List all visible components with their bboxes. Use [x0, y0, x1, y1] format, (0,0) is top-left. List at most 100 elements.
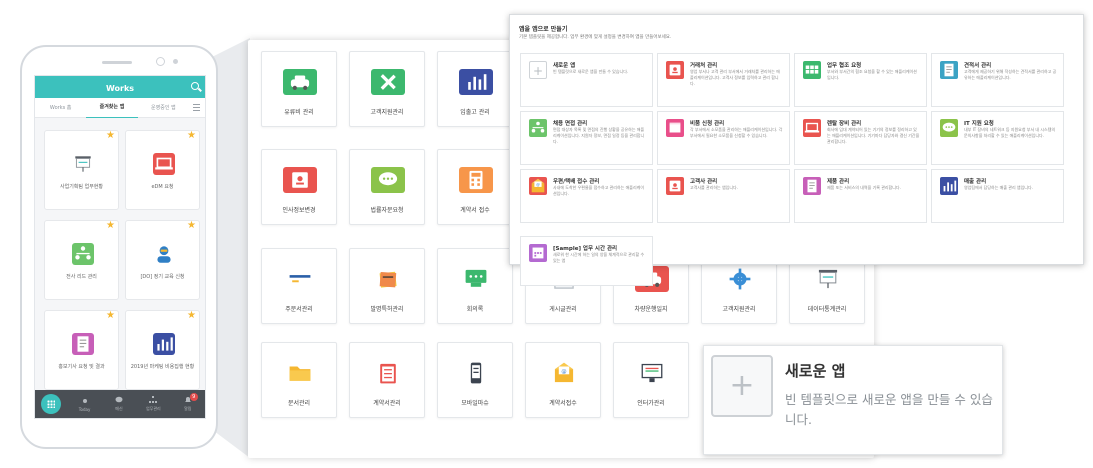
template-title: 채용 면접 관리 [553, 121, 588, 127]
template-card[interactable]: 채용 면접 관리 면접 대상자 목록 및 면접의 진행 상황을 공유하는 애플리케… [520, 111, 653, 165]
app-tile[interactable]: 모바일마슈 [437, 342, 513, 418]
tab-running-apps[interactable]: 운영중인 앱 [138, 98, 189, 118]
chat-icon [115, 396, 123, 403]
mobile-app-card[interactable]: ★ 2019년 마케팅 비용집행 현황 [125, 310, 200, 390]
mobile-app-card[interactable]: ★ 전사 리드 관리 [44, 220, 119, 300]
template-card[interactable]: 새로운 앱빈 템플릿으로 새로운 앱을 만들 수 있습니다. [520, 53, 653, 107]
bottom-tab-label: 알림 [184, 406, 192, 411]
mobile-app-card[interactable]: ★ 홍보기사 요청 및 결과 [44, 310, 119, 390]
document-icon [72, 333, 94, 355]
apps-grid-button[interactable] [41, 394, 62, 414]
app-tile[interactable]: @ 계약서접수 [525, 342, 601, 418]
person-icon [153, 243, 175, 265]
bar-chart-icon [459, 69, 493, 95]
panel-subtitle: 기본 템플릿을 제공합니다. 업무 환경에 맞게 설정을 변경하여 앱을 만들어… [519, 35, 672, 40]
app-tile-label: 회의록 [466, 306, 484, 313]
template-description: 새로워 한 시간에 하는 일의 양을 체계적으로 관리할 수 있는 앱 [553, 252, 645, 263]
template-card[interactable]: 업무 협조 요청 부서와 부서간의 협조 요청을 할 수 있는 애플리케이션입니다… [794, 53, 927, 107]
new-app-description: 빈 템플릿으로 새로운 앱을 만들 수 있습니다. [785, 392, 993, 427]
template-description: 고객사를 관리하는 앱입니다. [690, 185, 738, 190]
template-card[interactable]: 매출 관리 영업팀에서 담당하는 매출 관리 앱입니다. [931, 169, 1064, 223]
mobile-app-card[interactable]: ★ [DO] 정기 교육 신청 [125, 220, 200, 300]
mobile-app-card[interactable]: ★ eDM 요청 [125, 130, 200, 210]
app-tile[interactable]: 계약서관리 [349, 342, 425, 418]
app-tile[interactable]: 주문서관리 [261, 248, 337, 324]
phone-home-area [22, 420, 216, 450]
template-card[interactable]: 렌탈 장비 관리 회사에 임대 계약되어 있는 기기의 정보를 정리하고 있는 애… [794, 111, 927, 165]
template-card[interactable]: 비품 신청 관리 각 부서에서 소모품을 관리하는 애플리케이션입니다. 각 부서… [657, 111, 790, 165]
monitor-icon [635, 360, 669, 386]
favorite-star-icon[interactable]: ★ [187, 131, 196, 141]
template-title: 비품 신청 관리 [690, 121, 725, 127]
plus-icon[interactable] [711, 355, 773, 417]
template-card[interactable]: IT 지원 요청 내부 IT 장비의 네트워크 등 지원요청 부서 내 시스템의 … [931, 111, 1064, 165]
app-tile-label: 유류비 관리 [284, 109, 314, 116]
document-icon [940, 61, 958, 79]
calculator-icon [459, 167, 493, 193]
template-card[interactable]: @ 우편/택배 접수 관리 사내에 도착한 우편물을 접수하고 관리하는 애플리케이… [520, 169, 653, 223]
favorite-star-icon[interactable]: ★ [187, 221, 196, 231]
template-title: 우편/택배 접수 관리 [553, 179, 600, 185]
template-card[interactable]: 고객사 관리 고객사를 관리하는 앱입니다. [657, 169, 790, 223]
box-icon [666, 119, 684, 137]
mobile-app-card[interactable]: ★ 사업기획팀 업무현황 [44, 130, 119, 210]
app-tile[interactable]: 문서관리 [261, 342, 337, 418]
bottom-tab-messenger[interactable]: 메신 [108, 396, 130, 412]
app-tile[interactable]: 발명특허관리 [349, 248, 425, 324]
id-card-icon [666, 61, 684, 79]
mobile-app-grid: ★ 사업기획팀 업무현황 ★ eDM 요청 ★ 전사 리드 관리 ★ [DO] 정기 교육 신… [44, 130, 200, 390]
gear-icon [723, 266, 757, 292]
template-card[interactable]: 거래처 관리 영업 부서나 고객 관리 부서에서 거래처를 관리하는 애플리케이션… [657, 53, 790, 107]
app-tile-label: 문서관리 [287, 400, 311, 407]
clipboard-icon [371, 360, 405, 386]
bottom-tab-alerts[interactable]: 알림 9 [177, 393, 199, 412]
template-description: 부서와 부서간의 협조 요청을 할 수 있는 애플리케이션입니다. [827, 69, 917, 80]
template-title: [Sample] 업무 시간 관리 [553, 246, 618, 252]
app-tile[interactable]: 법률자문요청 [349, 149, 425, 225]
app-tile[interactable]: 입출고 관리 [437, 51, 513, 127]
search-icon[interactable] [191, 82, 199, 90]
bottom-tab-tasks[interactable]: 업무관리 [142, 396, 164, 412]
mobile-icon [459, 360, 493, 386]
bottom-tab-today[interactable]: Today [74, 397, 96, 412]
mobile-app-label: 홍보기사 요청 및 결과 [58, 364, 105, 370]
credit-card-icon [283, 266, 317, 292]
sun-icon [82, 398, 87, 403]
app-tile-label: 고객지원관리 [370, 109, 404, 116]
new-app-zoom-callout[interactable]: 새로운 앱 빈 템플릿으로 새로운 앱을 만들 수 있습니다. [703, 345, 1003, 455]
mobile-app-title: Works [105, 84, 135, 93]
favorite-star-icon[interactable]: ★ [106, 131, 115, 141]
id-card-icon [283, 167, 317, 193]
template-card[interactable]: 제품 관리 제품 또는 서비스의 내역을 기록 관리합니다. [794, 169, 927, 223]
template-card[interactable]: 견적서 관리 고객에게 제공하기 위해 작성하는 견적서를 관리하고 공유하는 애… [931, 53, 1064, 107]
mobile-app-label: [DO] 정기 교육 신청 [140, 274, 185, 280]
favorite-star-icon[interactable]: ★ [187, 311, 196, 321]
template-title: 견적서 관리 [964, 63, 992, 69]
template-description: 각 부서에서 소모품을 관리하는 애플리케이션입니다. 각 부서에서 필요한 소… [690, 127, 783, 138]
mobile-app-label: 전사 리드 관리 [66, 274, 97, 280]
app-tile[interactable]: 고객지원관리 [349, 51, 425, 127]
org-chart-icon [529, 119, 547, 137]
favorite-star-icon[interactable]: ★ [106, 221, 115, 231]
bottom-tab-label: Today [78, 406, 91, 412]
app-tile[interactable]: 계약서 접수 [437, 149, 513, 225]
app-tile-label: 차량운행일지 [634, 306, 668, 313]
app-tile-label: 인터가관리 [637, 400, 665, 407]
list-menu-icon[interactable] [189, 104, 205, 111]
template-description: 사내에 도착한 우편물을 접수하고 관리하는 애플리케이션입니다. [553, 185, 644, 196]
app-tile-label: 발명특허관리 [370, 306, 404, 313]
app-tile-label: 계약서관리 [373, 400, 401, 407]
template-description: 영업 부서나 고객 관리 부서에서 거래처를 관리하는 애플리케이션입니다. 고… [690, 69, 780, 86]
app-tile[interactable]: 유류비 관리 [261, 51, 337, 127]
app-tile[interactable]: 인터가관리 [613, 342, 689, 418]
tab-favorite-apps[interactable]: 즐겨찾는 앱 [86, 97, 138, 118]
app-tile[interactable]: 회의록 [437, 248, 513, 324]
tab-works-home[interactable]: Works 홈 [35, 98, 86, 118]
app-tile[interactable]: 인사정보변경 [261, 149, 337, 225]
favorite-star-icon[interactable]: ★ [106, 311, 115, 321]
app-tile-label: 법률자문요청 [370, 207, 404, 214]
laptop-icon [153, 153, 175, 175]
template-title: 렌탈 장비 관리 [827, 121, 862, 127]
template-card[interactable]: [Sample] 업무 시간 관리 새로워 한 시간에 하는 일의 양을 체계적으… [520, 236, 653, 286]
mobile-app-bar: Works [35, 76, 205, 98]
